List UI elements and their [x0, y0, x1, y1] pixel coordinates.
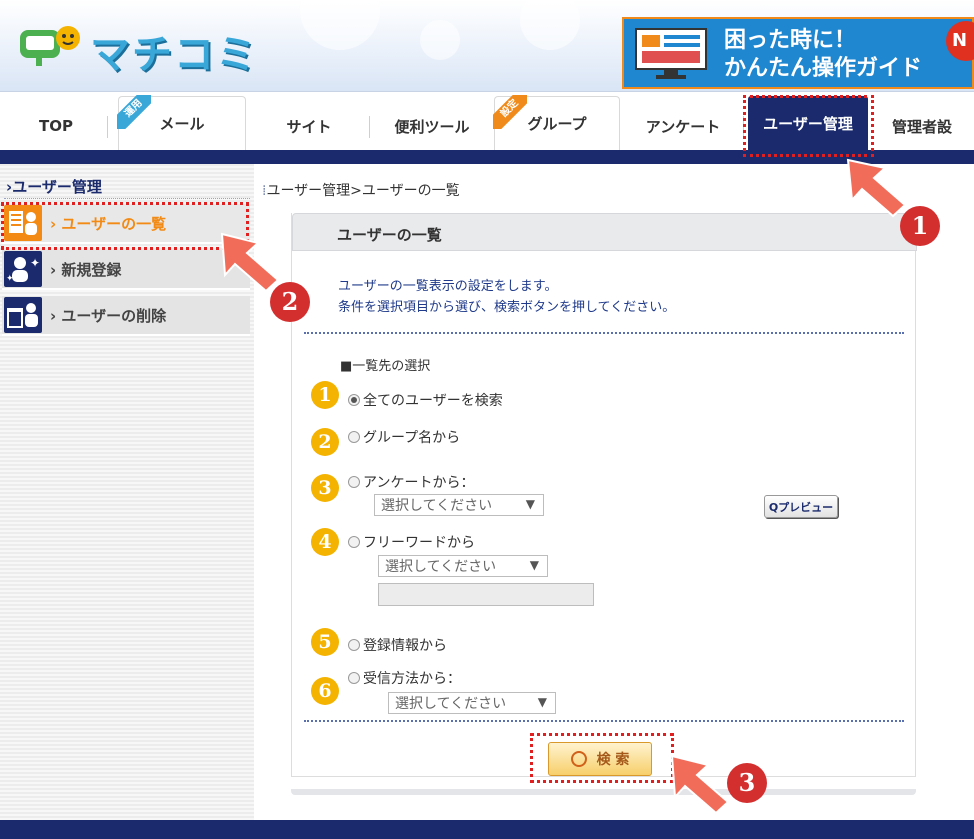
- guide-line2: かんたん操作ガイド: [724, 56, 923, 81]
- sidebar-item-label: › ユーザーの削除: [50, 306, 167, 325]
- radio-all-users[interactable]: [348, 394, 360, 406]
- highlight-user-list-item: [1, 202, 249, 250]
- tab-group[interactable]: 設定 グループ: [493, 95, 620, 150]
- svg-text:✦: ✦: [6, 274, 14, 284]
- number-badge-5: 5: [311, 628, 339, 656]
- footer-bar: [0, 820, 974, 839]
- logo-mark-icon: [20, 26, 80, 66]
- highlight-user-management-tab: [743, 95, 874, 157]
- preview-label: Qプレビュー: [768, 500, 834, 514]
- option-label: 全てのユーザーを検索: [363, 393, 503, 409]
- decor-bubble: [420, 20, 460, 60]
- radio-survey[interactable]: [348, 476, 360, 488]
- select-value: 選択してください: [395, 696, 507, 712]
- arrow-icon: [846, 158, 907, 218]
- option-group-name[interactable]: グループ名から: [348, 427, 460, 447]
- ribbon-operation: 運用: [117, 95, 151, 129]
- section-label: ■一覧先の選択: [340, 359, 431, 374]
- logo-text: マチコミ: [90, 32, 258, 78]
- callout-1: 1: [900, 206, 940, 246]
- survey-select[interactable]: 選択してください ▼: [374, 494, 544, 516]
- select-value: 選択してください: [381, 498, 493, 514]
- tab-label: TOP: [39, 117, 73, 135]
- tab-tools[interactable]: 便利ツール: [372, 102, 492, 150]
- tab-survey[interactable]: アンケート: [622, 102, 744, 150]
- sidebar-item-label: › 新規登録: [50, 260, 122, 279]
- radio-receive-method[interactable]: [348, 672, 360, 684]
- free-word-input[interactable]: [378, 583, 594, 606]
- panel-description-1: ユーザーの一覧表示の設定をします。: [338, 279, 558, 294]
- site-logo[interactable]: マチコミ: [18, 20, 278, 78]
- receive-method-select[interactable]: 選択してください ▼: [388, 692, 556, 714]
- decor-bubble: [300, 0, 380, 50]
- tab-label: サイト: [286, 117, 332, 136]
- tab-label: 管理者設: [892, 117, 953, 136]
- callout-2: 2: [270, 282, 310, 322]
- option-free-word[interactable]: フリーワードから: [348, 532, 475, 552]
- panel-title: ユーザーの一覧: [337, 226, 442, 244]
- sidebar-title: ›ユーザー管理: [6, 176, 102, 197]
- divider: [304, 332, 904, 334]
- sidebar: ›ユーザー管理 › ユーザーの一覧 ✦ ✦ › 新規登録 › ユーザーの削除: [0, 164, 254, 820]
- sidebar-title-text: ユーザー管理: [12, 178, 102, 196]
- panel-description-2: 条件を選択項目から選び、検索ボタンを押してください。: [338, 300, 676, 315]
- site-header: マチコミ 困った時に！ かんたん操作ガイド N: [0, 0, 974, 92]
- panel-header: ユーザーの一覧: [292, 213, 917, 251]
- dropdown-arrow-icon: ▼: [529, 558, 539, 572]
- number-badge-1: 1: [311, 381, 339, 409]
- new-badge: N: [946, 21, 974, 61]
- radio-registration-info[interactable]: [348, 639, 360, 651]
- option-receive-method[interactable]: 受信方法から：: [348, 668, 461, 688]
- option-registration-info[interactable]: 登録情報から: [348, 635, 447, 655]
- tab-mail[interactable]: 運用 メール: [117, 95, 246, 150]
- number-badge-4: 4: [311, 528, 339, 556]
- divider: [304, 720, 904, 722]
- preview-button[interactable]: Qプレビュー: [764, 495, 838, 518]
- option-label: 登録情報から: [363, 638, 447, 654]
- tab-site[interactable]: サイト: [248, 102, 370, 150]
- new-user-icon: ✦ ✦: [4, 251, 42, 287]
- dropdown-arrow-icon: ▼: [537, 695, 547, 709]
- sidebar-item-delete-user[interactable]: › ユーザーの削除: [2, 296, 250, 336]
- option-label: フリーワードから: [363, 535, 475, 551]
- breadcrumb: ⁞ユーザー管理>ユーザーの一覧: [262, 180, 460, 200]
- sidebar-item-new-registration[interactable]: ✦ ✦ › 新規登録: [2, 250, 250, 290]
- radio-group-name[interactable]: [348, 431, 360, 443]
- decor-bubble: [520, 0, 580, 50]
- free-word-select[interactable]: 選択してください ▼: [378, 555, 548, 577]
- dropdown-arrow-icon: ▼: [525, 497, 535, 511]
- tab-label: メール: [159, 115, 205, 133]
- number-badge-2: 2: [311, 428, 339, 456]
- panel-footer: [291, 789, 916, 795]
- option-survey[interactable]: アンケートから：: [348, 472, 474, 492]
- tab-label: アンケート: [645, 117, 721, 136]
- guide-line1: 困った時に！: [724, 28, 857, 53]
- callout-3: 3: [727, 763, 767, 803]
- divider: [4, 198, 250, 199]
- option-label: グループ名から: [363, 430, 461, 446]
- tab-admin-settings[interactable]: 管理者設: [874, 102, 974, 150]
- operation-guide-banner[interactable]: 困った時に！ かんたん操作ガイド N: [622, 17, 974, 89]
- svg-text:✦: ✦: [30, 256, 40, 270]
- guide-text: 困った時に！ かんたん操作ガイド: [724, 27, 922, 83]
- select-value: 選択してください: [385, 559, 497, 575]
- breadcrumb-text: ユーザー管理>ユーザーの一覧: [266, 183, 460, 199]
- option-all-users[interactable]: 全てのユーザーを検索: [348, 390, 503, 410]
- highlight-search-button: [530, 733, 674, 783]
- tab-label: 便利ツール: [394, 117, 470, 136]
- tab-label: グループ: [527, 115, 587, 133]
- number-badge-3: 3: [311, 474, 339, 502]
- tab-top[interactable]: TOP: [4, 102, 108, 150]
- option-label: 受信方法から：: [363, 671, 461, 687]
- trash-user-icon: [4, 297, 42, 333]
- monitor-icon: [635, 28, 707, 79]
- radio-free-word[interactable]: [348, 536, 360, 548]
- number-badge-6: 6: [311, 677, 339, 705]
- option-label: アンケートから：: [363, 475, 475, 491]
- ribbon-settings: 設定: [493, 95, 527, 129]
